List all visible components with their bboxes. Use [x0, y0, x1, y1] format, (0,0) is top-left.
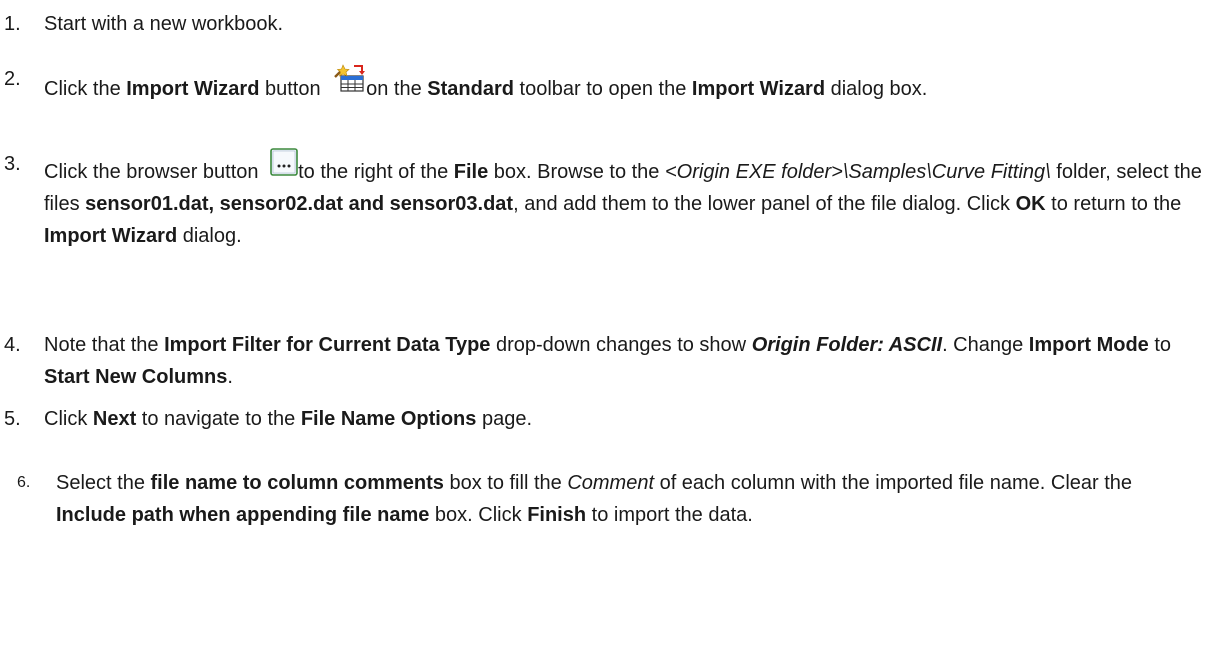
step-text-run: drop-down changes to show [490, 334, 752, 356]
ui-term: OK [1015, 193, 1046, 215]
step-text-run: . [227, 366, 233, 388]
browse-ellipsis-icon [270, 148, 298, 176]
step-text-run: to navigate to the [136, 408, 301, 430]
ui-term: Include path when appending file name [56, 504, 430, 526]
step-text: Click the Import Wizard button on the St… [44, 63, 1202, 105]
ui-term: Import Wizard [691, 78, 826, 100]
step-text-run: box to fill the [443, 472, 568, 494]
step-text-run: Select the [56, 472, 151, 494]
step-number: 3. [4, 153, 21, 175]
step-text-run: page. [476, 408, 533, 430]
ui-term: Import Wizard [126, 78, 260, 100]
step-text-run: on the [366, 78, 428, 100]
step-text-run: dialog box. [825, 78, 928, 100]
ui-term: file name to column comments [150, 472, 444, 494]
ui-term: Import Wizard [44, 225, 178, 247]
step-text-run: of each column with the imported file na… [654, 472, 1133, 494]
step-number: 1. [4, 13, 21, 35]
step-text-run: toolbar to open the [513, 78, 692, 100]
step-text-run: box. Browse to the [488, 161, 665, 183]
step-text: Note that the Import Filter for Current … [44, 329, 1202, 393]
ui-term: Start New Columns [44, 366, 228, 388]
ui-term: File [453, 161, 489, 183]
step-number: 5. [4, 408, 21, 430]
ui-term: File Name Options [300, 408, 477, 430]
ui-term: sensor01.dat, sensor02.dat and sensor03.… [85, 193, 514, 215]
step-text-run: to the right of the [298, 161, 454, 183]
emphasis-text: <Origin EXE folder>\Samples\Curve Fittin… [664, 161, 1051, 183]
step-text: Click the browser button to the right of… [44, 148, 1202, 252]
step-text-run: Click the browser button [44, 161, 265, 183]
ui-term: Import Filter for Current Data Type [164, 334, 491, 356]
step-number: 6. [17, 474, 31, 491]
step-text: Start with a new workbook. [44, 8, 1202, 40]
step-text-run: , and add them to the lower panel of the… [513, 193, 1016, 215]
emphasis-text: Comment [567, 472, 655, 494]
ui-term: Import Mode [1028, 334, 1149, 356]
step-text-run: to import the data. [586, 504, 753, 526]
ui-term: Origin Folder: ASCII [751, 334, 943, 356]
import-wizard-icon [332, 63, 366, 93]
step-text-run: to [1148, 334, 1172, 356]
step-text-run: box. Click [429, 504, 528, 526]
ui-term: Finish [527, 504, 587, 526]
step-text-run: button [259, 78, 327, 100]
step-text: Select the file name to column comments … [56, 467, 1202, 531]
step-text-run: to return to the [1045, 193, 1182, 215]
ui-term: Standard [427, 78, 514, 100]
step-number: 2. [4, 68, 21, 90]
step-text-run: Click [44, 408, 93, 430]
step-text-run: Note that the [44, 334, 165, 356]
step-text-run: Start with a new workbook. [44, 13, 283, 35]
step-text-run: . Change [942, 334, 1029, 356]
ui-term: Next [92, 408, 137, 430]
step-number: 4. [4, 334, 21, 356]
step-text-run: dialog. [177, 225, 242, 247]
step-text: Click Next to navigate to the File Name … [44, 403, 1202, 435]
step-text-run: Click the [44, 78, 127, 100]
